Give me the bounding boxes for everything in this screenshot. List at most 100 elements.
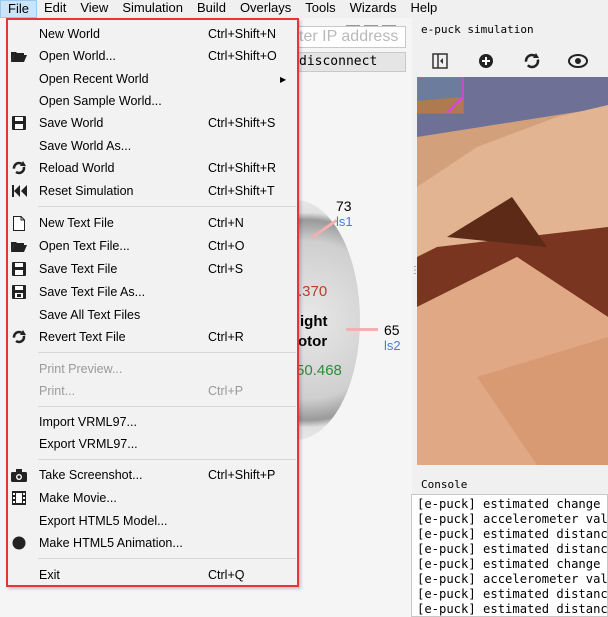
menu-edit[interactable]: Edit — [37, 0, 73, 18]
floppy-icon — [10, 260, 28, 278]
submenu-arrow-icon: ▶ — [280, 74, 287, 84]
menu-item-shortcut: Ctrl+S — [208, 262, 244, 276]
menu-item-shortcut: Ctrl+N — [208, 216, 244, 230]
menu-item-save-world[interactable]: Save World Ctrl+Shift+S — [8, 112, 297, 134]
menu-item-save-all-text-files[interactable]: Save All Text Files — [8, 304, 297, 326]
menu-item-label: Export HTML5 Model... — [39, 514, 168, 528]
menu-item-take-screenshot[interactable]: Take Screenshot... Ctrl+Shift+P — [8, 464, 297, 486]
console-line: [e-puck] estimated distance — [417, 542, 608, 556]
menu-separator — [38, 558, 296, 559]
console-line: [e-puck] accelerometer value — [417, 572, 608, 586]
reload-icon — [10, 159, 28, 177]
menu-overlays[interactable]: Overlays — [233, 0, 298, 18]
sensor-ls1-name: ls1 — [336, 214, 353, 229]
camera-icon — [10, 466, 28, 484]
menu-item-shortcut: Ctrl+R — [208, 330, 244, 344]
menu-item-label: New World — [39, 27, 100, 41]
menu-item-label: Revert Text File — [39, 330, 126, 344]
panel-toggle-icon[interactable] — [417, 46, 463, 76]
add-node-icon[interactable] — [463, 46, 509, 76]
sensor-ls2-value: 65 — [384, 322, 400, 338]
menu-item-shortcut: Ctrl+Q — [208, 568, 245, 582]
splitter-handle[interactable]: ⋮ — [410, 265, 420, 276]
menu-build[interactable]: Build — [190, 0, 233, 18]
menu-tools[interactable]: Tools — [298, 0, 342, 18]
menu-item-label: Exit — [39, 568, 60, 582]
menu-item-save-text-file-as[interactable]: Save Text File As... — [8, 281, 297, 303]
menu-separator — [38, 352, 296, 353]
sensor-ls2-name: ls2 — [384, 338, 401, 353]
menu-item-label: Save All Text Files — [39, 308, 141, 322]
console-output[interactable]: [e-puck] estimated change of [e-puck] ac… — [411, 494, 608, 617]
menu-item-label: New Text File — [39, 216, 114, 230]
console-line: [e-puck] estimated change of — [417, 497, 608, 511]
floor-render — [417, 77, 608, 465]
ip-address-input[interactable]: ter IP address — [296, 26, 406, 48]
menu-item-exit[interactable]: Exit Ctrl+Q — [8, 564, 297, 586]
menu-item-shortcut: Ctrl+Shift+S — [208, 116, 276, 130]
menu-item-label: Save Text File — [39, 262, 118, 276]
menu-item-open-sample-world[interactable]: Open Sample World... — [8, 90, 297, 112]
menu-item-shortcut: Ctrl+Shift+P — [208, 468, 276, 482]
menu-item-shortcut: Ctrl+Shift+R — [208, 161, 277, 175]
menu-item-label: Reset Simulation — [39, 184, 134, 198]
reload-icon[interactable] — [509, 46, 555, 76]
menu-bar: File Edit View Simulation Build Overlays… — [0, 0, 608, 18]
menu-item-save-world-as[interactable]: Save World As... — [8, 135, 297, 157]
floppy-as-icon — [10, 283, 28, 301]
motor-position-value: 50.468 — [296, 362, 342, 379]
console-line: [e-puck] accelerometer value — [417, 512, 608, 526]
menu-help[interactable]: Help — [404, 0, 445, 18]
menu-item-export-html5-model[interactable]: Export HTML5 Model... — [8, 510, 297, 532]
menu-item-new-world[interactable]: New World Ctrl+Shift+N — [8, 23, 297, 45]
menu-item-reset-simulation[interactable]: Reset Simulation Ctrl+Shift+T — [8, 180, 297, 202]
document-icon — [10, 214, 28, 232]
3d-viewport[interactable] — [417, 77, 608, 465]
menu-item-export-vrml97[interactable]: Export VRML97... — [8, 433, 297, 455]
console-line: [e-puck] estimated change of — [417, 557, 608, 571]
menu-item-open-text-file[interactable]: Open Text File... Ctrl+O — [8, 235, 297, 257]
menu-item-shortcut: Ctrl+P — [208, 384, 244, 398]
menu-separator — [38, 206, 296, 207]
menu-item-make-movie[interactable]: Make Movie... — [8, 487, 297, 509]
motor-label-line2: otor — [298, 333, 328, 350]
console-line: [e-puck] estimated distance — [417, 527, 608, 541]
menu-item-label: Import VRML97... — [39, 415, 137, 429]
sensor-ls1-value: 73 — [336, 198, 352, 214]
menu-item-label: Open Sample World... — [39, 94, 162, 108]
menu-wizards[interactable]: Wizards — [343, 0, 404, 18]
disconnect-button[interactable]: disconnect — [296, 52, 406, 72]
eye-icon[interactable] — [555, 46, 601, 76]
menu-item-revert-text-file[interactable]: Revert Text File Ctrl+R — [8, 326, 297, 348]
menu-item-open-recent-world[interactable]: Open Recent World ▶ — [8, 68, 297, 90]
menu-view[interactable]: View — [73, 0, 115, 18]
menu-item-make-html5-animation[interactable]: Make HTML5 Animation... — [8, 532, 297, 554]
simulation-toolbar — [417, 44, 608, 77]
menu-item-shortcut: Ctrl+Shift+T — [208, 184, 275, 198]
menu-item-save-text-file[interactable]: Save Text File Ctrl+S — [8, 258, 297, 280]
menu-item-label: Take Screenshot... — [39, 468, 143, 482]
folder-icon — [10, 47, 28, 65]
menu-item-new-text-file[interactable]: New Text File Ctrl+N — [8, 212, 297, 234]
menu-item-reload-world[interactable]: Reload World Ctrl+Shift+R — [8, 157, 297, 179]
film-icon — [10, 489, 28, 507]
console-line: [e-puck] estimated distance — [417, 587, 608, 601]
menu-item-label: Print... — [39, 384, 76, 398]
motor-speed-value: .370 — [298, 283, 328, 300]
menu-item-shortcut: Ctrl+Shift+O — [208, 49, 277, 63]
menu-item-label: Make HTML5 Animation... — [39, 536, 183, 550]
menu-item-label: Make Movie... — [39, 491, 117, 505]
menu-item-shortcut: Ctrl+Shift+N — [208, 27, 277, 41]
menu-item-import-vrml97[interactable]: Import VRML97... — [8, 411, 297, 433]
console-line: [e-puck] estimated distance — [417, 602, 608, 616]
record-icon — [10, 534, 28, 552]
menu-item-label: Reload World — [39, 161, 115, 175]
menu-item-label: Export VRML97... — [39, 437, 138, 451]
menu-file[interactable]: File — [0, 0, 37, 18]
file-menu-dropdown: New World Ctrl+Shift+N Open World... Ctr… — [6, 18, 299, 587]
menu-simulation[interactable]: Simulation — [115, 0, 190, 18]
menu-item-open-world[interactable]: Open World... Ctrl+Shift+O — [8, 45, 297, 67]
menu-item-print: Print... Ctrl+P — [8, 380, 297, 402]
menu-item-label: Open Text File... — [39, 239, 130, 253]
menu-item-label: Print Preview... — [39, 362, 123, 376]
